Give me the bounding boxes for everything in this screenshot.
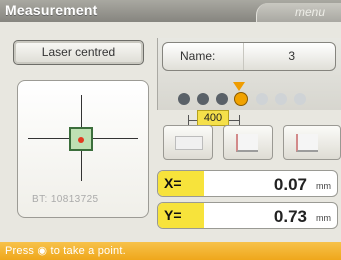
static-icon-button[interactable] (223, 125, 273, 160)
laser-centred-button[interactable]: Laser centred (13, 40, 144, 65)
point-dot[interactable] (216, 93, 228, 105)
target-panel: BT: 10813725 (17, 80, 149, 218)
point-dot[interactable] (256, 93, 268, 105)
status-text-end: to take a point. (50, 245, 126, 257)
point-dot[interactable] (294, 93, 306, 105)
edit-icon (296, 134, 318, 152)
move-icon-button[interactable] (163, 125, 213, 160)
header-bar: Measurement menu (0, 0, 341, 22)
x-unit: mm (316, 181, 331, 191)
name-value: 3 (288, 49, 295, 63)
y-value: 0.73 (273, 207, 307, 226)
name-field[interactable]: Name: 3 (162, 42, 336, 71)
y-value-box: Y= 0.73 mm (157, 202, 338, 229)
y-unit: mm (316, 213, 331, 223)
page-title: Measurement (5, 2, 98, 18)
measurement-screen: Measurement menu Laser centred BT: 10813… (0, 0, 341, 260)
static-icon (236, 134, 258, 152)
camera-icon: ◉ (37, 245, 48, 257)
x-value: 0.07 (273, 175, 307, 194)
point-dot[interactable] (178, 93, 190, 105)
name-divider (243, 43, 244, 70)
laser-dot (78, 137, 84, 143)
menu-label: menu (294, 5, 325, 19)
point-dot[interactable] (197, 93, 209, 105)
move-icon (175, 136, 203, 150)
target-box (69, 127, 93, 151)
name-label: Name: (180, 49, 216, 63)
serial-number: BT: 10813725 (32, 194, 99, 205)
point-dot[interactable] (275, 93, 287, 105)
status-text-start: Press (5, 245, 35, 257)
y-label: Y= (158, 203, 204, 228)
x-label: X= (158, 171, 204, 196)
active-point-arrow (233, 82, 245, 91)
menu-tab[interactable]: menu (256, 3, 341, 22)
point-dot-active[interactable] (235, 93, 247, 105)
status-message: Press ◉ to take a point. (5, 244, 126, 257)
distance-value[interactable]: 400 (197, 110, 229, 126)
status-bar: Press ◉ to take a point. (0, 242, 341, 260)
edit-icon-button[interactable] (283, 125, 341, 160)
x-value-box: X= 0.07 mm (157, 170, 338, 197)
